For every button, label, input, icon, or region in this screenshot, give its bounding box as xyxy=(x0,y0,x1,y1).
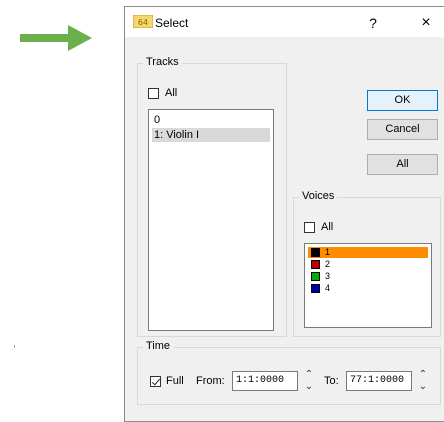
tracks-listbox[interactable]: 0 1: Violin I xyxy=(148,109,274,331)
voices-group-label: Voices xyxy=(299,190,338,202)
arrow-right-icon xyxy=(20,25,92,51)
voice-list-item[interactable]: 3 xyxy=(308,271,428,282)
select-all-button[interactable]: All xyxy=(367,154,438,175)
ok-button[interactable]: OK xyxy=(367,90,438,111)
time-group-label: Time xyxy=(143,340,174,352)
to-time-field[interactable]: 77:1:0000 xyxy=(346,371,412,391)
voice-label: 4 xyxy=(325,283,331,293)
to-time-spinner[interactable]: ⌃ ⌄ xyxy=(417,369,429,393)
track-list-item[interactable]: 1: Violin I xyxy=(152,128,270,142)
voice-label: 2 xyxy=(325,259,331,269)
voice-list-item[interactable]: 2 xyxy=(308,259,428,270)
voices-all-label: All xyxy=(321,221,334,233)
tracks-all-label: All xyxy=(165,87,178,99)
spin-down-icon[interactable]: ⌄ xyxy=(417,381,429,393)
voices-all-checkbox[interactable] xyxy=(304,222,315,233)
help-button[interactable]: ? xyxy=(363,13,383,33)
spin-up-icon[interactable]: ⌃ xyxy=(303,369,315,381)
from-label: From: xyxy=(196,375,225,387)
svg-text:64: 64 xyxy=(138,18,148,27)
voice-color-swatch xyxy=(311,260,320,269)
tracks-group-label: Tracks xyxy=(143,56,182,68)
close-button[interactable]: × xyxy=(415,13,437,33)
tracks-all-checkbox[interactable] xyxy=(148,88,159,99)
spin-down-icon[interactable]: ⌄ xyxy=(303,381,315,393)
track-list-item[interactable]: 0 xyxy=(152,113,270,127)
voice-list-item[interactable]: 1 xyxy=(308,247,428,258)
voice-color-swatch xyxy=(311,272,320,281)
to-label: To: xyxy=(324,375,339,387)
voice-color-swatch xyxy=(311,248,320,257)
voices-group: Voices All 1 2 3 4 xyxy=(293,190,441,337)
voice-label: 1 xyxy=(325,247,331,257)
voice-list-item[interactable]: 4 xyxy=(308,283,428,294)
voice-label: 3 xyxy=(325,271,331,281)
cancel-button[interactable]: Cancel xyxy=(367,119,438,140)
time-group: Time Full From: 1:1:0000 ⌃ ⌄ To: 77:1:00… xyxy=(137,340,441,405)
from-time-spinner[interactable]: ⌃ ⌄ xyxy=(303,369,315,393)
app-icon: 64 xyxy=(133,15,153,28)
select-dialog: 64 Select ? × Tracks All 0 1: Violin I OK… xyxy=(124,6,444,422)
voice-color-swatch xyxy=(311,284,320,293)
title-bar[interactable]: 64 Select ? × xyxy=(125,7,444,37)
voices-listbox[interactable]: 1 2 3 4 xyxy=(304,243,432,328)
full-time-label: Full xyxy=(166,375,184,387)
tracks-group: Tracks All 0 1: Violin I xyxy=(137,56,287,337)
spin-up-icon[interactable]: ⌃ xyxy=(417,369,429,381)
from-time-field[interactable]: 1:1:0000 xyxy=(232,371,298,391)
dialog-title: Select xyxy=(155,16,189,30)
full-time-checkbox[interactable] xyxy=(150,376,161,387)
stray-mark xyxy=(14,345,15,348)
